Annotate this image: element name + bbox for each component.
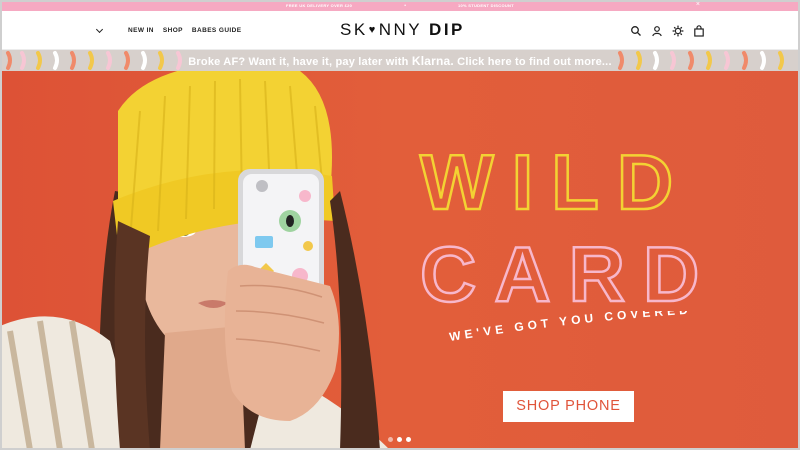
carousel-dot-3[interactable] [406, 437, 411, 442]
chevron-down-icon[interactable] [95, 25, 104, 34]
heart-icon: ♥ [368, 24, 378, 36]
shop-phone-button[interactable]: SHOP PHONE [503, 391, 634, 422]
site-logo[interactable]: SK♥NNY DIP [340, 20, 465, 40]
logo-text-3: DIP [429, 20, 465, 39]
carousel-dots [388, 437, 411, 442]
student-discount[interactable]: 10% STUDENT DISCOUNT [458, 3, 514, 8]
separator: • [404, 2, 406, 9]
hero-tagline: WE'VE GOT YOU COVERED [448, 311, 688, 344]
logo-text-1: SK [340, 20, 368, 39]
klarna-text-before: Broke AF? Want it, have it, pay later wi… [188, 56, 412, 68]
search-icon[interactable] [630, 24, 642, 36]
bag-icon[interactable] [693, 24, 705, 37]
klarna-message: Broke AF? Want it, have it, pay later wi… [0, 54, 800, 68]
header-icons [630, 24, 705, 37]
headline-line-2: CARD [420, 230, 717, 318]
logo-text-2: NNY [378, 20, 422, 39]
nav-new-in[interactable]: NEW IN [128, 27, 154, 34]
carousel-dot-2[interactable] [397, 437, 402, 442]
klarna-banner[interactable]: Broke AF? Want it, have it, pay later wi… [0, 50, 800, 71]
settings-icon[interactable] [672, 24, 684, 37]
carousel-dot-1[interactable] [388, 437, 393, 442]
headline-line-1: WILD [420, 138, 691, 226]
klarna-text-after: Click here to find out more... [453, 56, 612, 68]
site-header: NEW IN SHOP BABES GUIDE SK♥NNY DIP [0, 11, 800, 50]
klarna-logo: Klarna. [411, 54, 454, 68]
nav-babes-guide[interactable]: BABES GUIDE [192, 27, 242, 34]
hero-banner[interactable]: WILD CARD WE'VE GOT YOU COVERED SHOP PHO… [0, 71, 800, 450]
svg-text:WE'VE GOT YOU COVERED: WE'VE GOT YOU COVERED [448, 311, 692, 344]
hero-headline: WILD CARD [419, 137, 717, 320]
close-announcement-button[interactable]: × [696, 1, 700, 8]
hero-tagline-graphic: WE'VE GOT YOU COVERED [448, 311, 692, 344]
nav-shop[interactable]: SHOP [163, 27, 183, 34]
account-icon[interactable] [651, 24, 663, 37]
hero-model-image [0, 71, 390, 450]
announcement-bar: FREE UK DELIVERY OVER £20 • 10% STUDENT … [0, 0, 800, 11]
main-nav: NEW IN SHOP BABES GUIDE [128, 27, 241, 34]
delivery-offer[interactable]: FREE UK DELIVERY OVER £20 [286, 3, 352, 8]
